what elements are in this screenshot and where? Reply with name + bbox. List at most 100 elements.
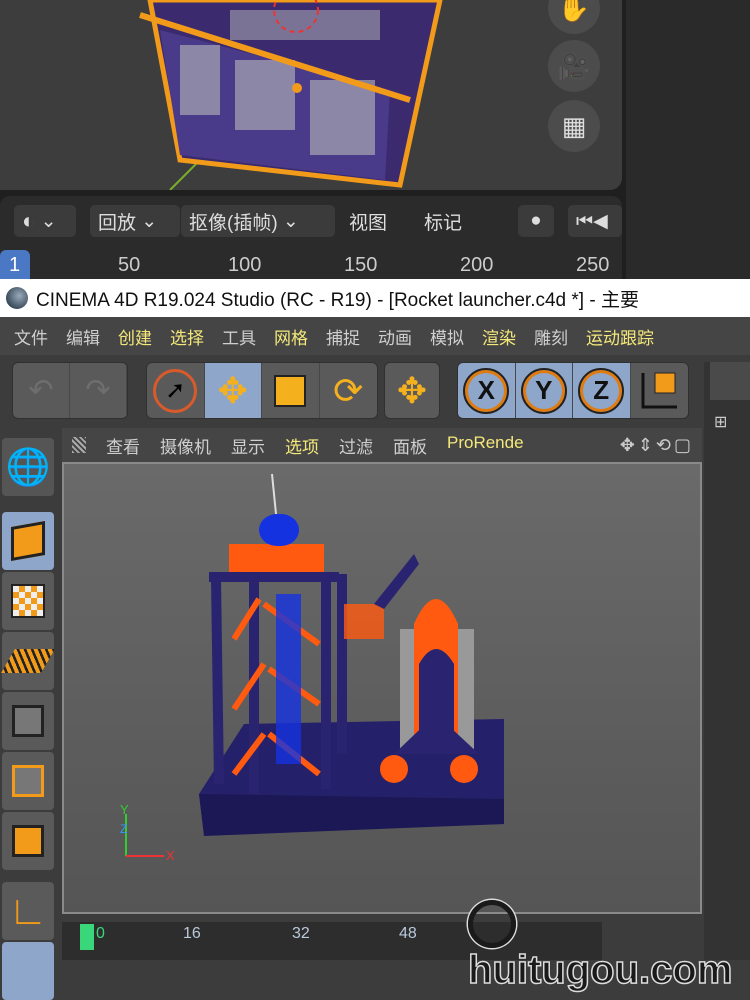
lock-button[interactable]: [2, 942, 54, 1000]
edges-icon: [12, 765, 44, 797]
marker-menu[interactable]: 标记: [424, 205, 462, 237]
scale-icon: [274, 374, 307, 407]
watermark: huitugou.com: [467, 900, 750, 993]
playback-menu[interactable]: 回放 ⌄: [90, 205, 180, 237]
ruler-tick: 50: [118, 254, 141, 276]
editor-type-button[interactable]: ◐ ⌄: [14, 205, 76, 237]
coordinate-system-button[interactable]: [631, 363, 689, 418]
point-mode-button[interactable]: [2, 692, 54, 750]
3d-viewport[interactable]: Y Z X: [62, 462, 702, 914]
rotate-icon: ⟳: [333, 369, 364, 411]
playhead[interactable]: [80, 924, 94, 950]
axis-gizmo: [125, 814, 164, 857]
menu-item[interactable]: 编辑: [66, 324, 100, 349]
menu-item[interactable]: 雕刻: [534, 324, 568, 349]
axis-icon: ∟: [8, 888, 48, 933]
frame-ruler[interactable]: [0, 246, 622, 279]
menu-item[interactable]: 渲染: [482, 324, 516, 349]
blender-side-area: [626, 0, 750, 279]
window-title: CINEMA 4D R19.024 Studio (RC - R19) - [R…: [36, 289, 639, 311]
timeline-tick: 32: [292, 925, 310, 942]
timeline-tick: 48: [399, 925, 417, 942]
grid-plane-icon: [1, 649, 55, 673]
points-icon: [12, 705, 44, 737]
viewport-menu-item[interactable]: 过滤: [339, 433, 373, 458]
building-model: [139, 0, 443, 190]
move-tool-button[interactable]: ✥: [204, 363, 262, 418]
cube-icon: [11, 521, 45, 561]
world-axis-icon: [641, 372, 678, 408]
axis-mode-button[interactable]: ∟: [2, 882, 54, 940]
viewport-menu-item[interactable]: 显示: [231, 433, 265, 458]
menu-item[interactable]: 创建: [118, 324, 152, 349]
menu-item[interactable]: 文件: [14, 324, 48, 349]
checker-cube-icon: [11, 584, 45, 618]
timeline-tick: 16: [183, 925, 201, 942]
x-axis-button[interactable]: X: [458, 363, 516, 418]
undo-icon[interactable]: ↶: [13, 363, 70, 418]
ruler-tick: 200: [460, 254, 494, 276]
undo-redo-group: ↶ ↷: [12, 362, 128, 419]
polygon-mode-button[interactable]: [2, 812, 54, 870]
model-mode-button[interactable]: [2, 512, 54, 570]
viewport-menu-item[interactable]: 选项: [285, 433, 319, 458]
redo-icon[interactable]: ↷: [70, 363, 127, 418]
grip-icon: [72, 437, 86, 453]
expand-icon[interactable]: ⊞: [714, 412, 727, 432]
ruler-tick: 100: [228, 254, 262, 276]
menu-bar: 文件 编辑 创建 选择 工具 网格 捕捉 动画 模拟 渲染 雕刻 运动跟踪: [0, 317, 750, 355]
keying-menu[interactable]: 抠像(插帧) ⌄: [181, 205, 335, 237]
menu-item[interactable]: 工具: [222, 324, 256, 349]
move-icon: ✥: [396, 369, 428, 411]
c4d-logo-icon: [6, 287, 28, 309]
axis-label-y: Y: [120, 802, 129, 817]
viewport-nav-icons[interactable]: ✥⇕⟲▢: [620, 435, 694, 456]
move-icon: ✥: [217, 369, 248, 411]
viewport-menu-bar: 查看 摄像机 显示 选项 过滤 面板 ProRende ✥⇕⟲▢: [62, 428, 702, 462]
blender-viewport[interactable]: [0, 0, 622, 190]
scale-tool-button[interactable]: [262, 363, 320, 418]
rocket-launcher-scene: [125, 473, 504, 857]
menu-item[interactable]: 动画: [378, 324, 412, 349]
clock-icon: ◐: [22, 208, 36, 233]
blender-panel: ✋ 🎥 ▦ ◐ ⌄ 回放 ⌄ 抠像(插帧) ⌄ 视图 标记 ● ⏮◀ 1 50 …: [0, 0, 750, 279]
timeline-tick: 0: [96, 925, 105, 942]
edge-mode-button[interactable]: [2, 752, 54, 810]
view-icon[interactable]: 🌐: [2, 438, 54, 496]
menu-item[interactable]: 模拟: [430, 324, 464, 349]
panel-grip[interactable]: [710, 362, 750, 400]
axis-lock-group: X Y Z: [457, 362, 689, 419]
jump-start-button[interactable]: ⏮◀: [568, 205, 622, 237]
viewport-menu-item[interactable]: 查看: [106, 433, 140, 458]
viewport-menu-item[interactable]: ProRende: [447, 433, 524, 458]
transform-tool-group: ✥: [384, 362, 440, 419]
left-toolbar: 🌐 ∟: [0, 420, 56, 1000]
cursor-icon: ➚: [153, 368, 198, 413]
tool-group: ➚ ✥ ⟳: [146, 362, 378, 419]
ruler-tick: 250: [576, 254, 610, 276]
camera-icon[interactable]: 🎥: [548, 40, 600, 92]
texture-mode-button[interactable]: [2, 572, 54, 630]
menu-item[interactable]: 捕捉: [326, 324, 360, 349]
axis-label-z: Z: [120, 822, 128, 836]
rotate-tool-button[interactable]: ⟳: [320, 363, 378, 418]
view-menu[interactable]: 视图: [349, 205, 387, 237]
polygons-icon: [12, 825, 44, 857]
viewport-menu-item[interactable]: 面板: [393, 433, 427, 458]
viewport-menu-item[interactable]: 摄像机: [160, 433, 211, 458]
watermark-logo-icon: [468, 900, 516, 949]
menu-item[interactable]: 选择: [170, 324, 204, 349]
object-manager-panel: ⊞: [704, 362, 750, 960]
ruler-tick: 150: [344, 254, 378, 276]
workplane-button[interactable]: [1, 632, 55, 690]
record-button[interactable]: ●: [518, 205, 554, 237]
menu-item[interactable]: 运动跟踪: [586, 324, 654, 349]
grid-icon[interactable]: ▦: [548, 100, 600, 152]
menu-item[interactable]: 网格: [274, 324, 308, 349]
y-axis-button[interactable]: Y: [515, 363, 573, 418]
axis-label-x: X: [166, 848, 175, 863]
current-frame-indicator[interactable]: 1: [0, 250, 30, 279]
z-axis-button[interactable]: Z: [573, 363, 631, 418]
select-tool-button[interactable]: ➚: [147, 363, 205, 418]
transform-button[interactable]: ✥: [385, 363, 439, 418]
